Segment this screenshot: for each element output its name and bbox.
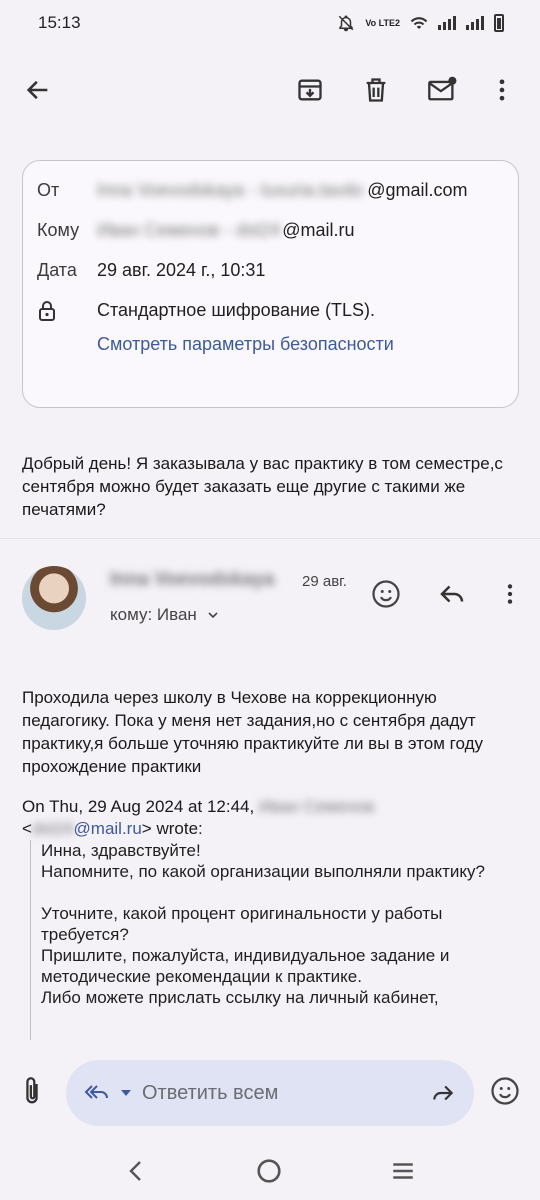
- quote-email-link[interactable]: @mail.ru: [74, 819, 142, 838]
- paperclip-icon: [26, 1077, 38, 1104]
- more-vert-icon: [507, 584, 513, 604]
- reply-placeholder[interactable]: Ответить всем: [142, 1082, 428, 1105]
- volte-indicator: Vo LTE2: [365, 17, 400, 28]
- battery-icon: [494, 14, 504, 32]
- emoji-button[interactable]: [490, 1076, 520, 1106]
- quoted-text: Инна, здравствуйте! Напомните, по какой …: [30, 840, 520, 1040]
- security-settings-link[interactable]: Смотреть параметры безопасности: [97, 334, 394, 355]
- signal-icon: [438, 16, 456, 30]
- date-value: 29 авг. 2024 г., 10:31: [97, 260, 266, 280]
- quote-line: Либо можете прислать ссылку на личный ка…: [41, 988, 439, 1007]
- to-email-domain[interactable]: @mail.ru: [282, 220, 354, 241]
- from-row: От Inna Voevodskaya - luxuria.tavdo @gma…: [37, 180, 468, 201]
- from-name: Inna Voevodskaya: [97, 180, 245, 200]
- nav-back-button[interactable]: [124, 1159, 148, 1183]
- to-row: Кому Иван Семенов - dst24 @mail.ru: [37, 220, 355, 241]
- more-options-button[interactable]: [482, 70, 522, 110]
- recipient-toggle[interactable]: кому: Иван: [110, 605, 221, 625]
- reply-icon: [440, 585, 464, 603]
- signal-icon-2: [466, 16, 484, 30]
- mail-unread-icon: [428, 76, 457, 101]
- archive-icon: [298, 79, 322, 101]
- nav-recents-icon: [393, 1163, 413, 1179]
- more-vert-icon: [499, 79, 505, 101]
- sender-name: Inna Voevodskaya: [110, 569, 275, 590]
- wifi-icon: [410, 16, 428, 30]
- toolbar: [0, 46, 540, 134]
- emoji-reaction-button[interactable]: [368, 576, 404, 612]
- date-row: Дата 29 авг. 2024 г., 10:31: [37, 260, 265, 281]
- date-label: Дата: [37, 260, 77, 280]
- reply-mode-dropdown-icon[interactable]: [120, 1088, 132, 1098]
- reply-all-icon[interactable]: [82, 1081, 112, 1105]
- quote-line: Пришлите, пожалуйста, индивидуальное зад…: [41, 946, 450, 986]
- message-date: 29 авг.: [302, 573, 347, 590]
- encryption-text: Стандартное шифрование (TLS).: [97, 300, 376, 320]
- attach-button[interactable]: [18, 1076, 46, 1108]
- nav-home-button[interactable]: [256, 1158, 282, 1184]
- message-details-card: От Inna Voevodskaya - luxuria.tavdo @gma…: [22, 160, 519, 408]
- to-name: Иван Семенов: [97, 220, 220, 240]
- reply-button[interactable]: [434, 576, 470, 612]
- from-label: От: [37, 180, 60, 200]
- lock-icon: [37, 300, 97, 322]
- quote-line: Уточните, какой процент оригинальности у…: [41, 904, 443, 944]
- nav-home-icon: [257, 1159, 281, 1183]
- emoji-icon: [372, 580, 400, 608]
- forward-icon: [433, 1085, 454, 1101]
- mute-icon: [337, 14, 355, 32]
- back-button[interactable]: [18, 70, 58, 110]
- reply-compose-pill[interactable]: Ответить всем: [66, 1060, 474, 1126]
- message-more-button[interactable]: [492, 576, 528, 612]
- arrow-left-icon: [26, 80, 48, 100]
- forward-button[interactable]: [428, 1080, 458, 1106]
- status-icons: Vo LTE2: [337, 14, 504, 32]
- clock: 15:13: [38, 13, 81, 32]
- trash-icon: [366, 78, 386, 102]
- quote-header: On Thu, 29 Aug 2024 at 12:44, Иван Семен…: [22, 797, 375, 838]
- nav-back-icon: [129, 1161, 141, 1181]
- nav-recents-button[interactable]: [390, 1158, 416, 1184]
- emoji-icon: [491, 1077, 519, 1105]
- encryption-row: Стандартное шифрование (TLS).: [37, 300, 375, 322]
- security-link-row: Смотреть параметры безопасности: [97, 334, 394, 355]
- to-label: Кому: [37, 220, 80, 240]
- status-bar: 15:13 Vo LTE2: [0, 0, 540, 46]
- first-message-body: Добрый день! Я заказывала у вас практику…: [22, 454, 503, 519]
- quote-line: Инна, здравствуйте!: [41, 841, 201, 860]
- from-email-domain[interactable]: @gmail.com: [367, 180, 467, 201]
- recipient-text: кому: Иван: [110, 605, 197, 624]
- chevron-down-icon: [208, 612, 218, 619]
- message-divider: [0, 538, 540, 539]
- delete-button[interactable]: [356, 70, 396, 110]
- avatar[interactable]: [22, 566, 86, 630]
- mark-unread-button[interactable]: [422, 70, 462, 110]
- system-nav-bar: [0, 1142, 540, 1200]
- second-message-body: Проходила через школу в Чехове на коррек…: [22, 688, 483, 776]
- archive-button[interactable]: [290, 70, 330, 110]
- reply-bar: Ответить всем: [0, 1042, 540, 1142]
- quote-line: Напомните, по какой организации выполнял…: [41, 862, 485, 881]
